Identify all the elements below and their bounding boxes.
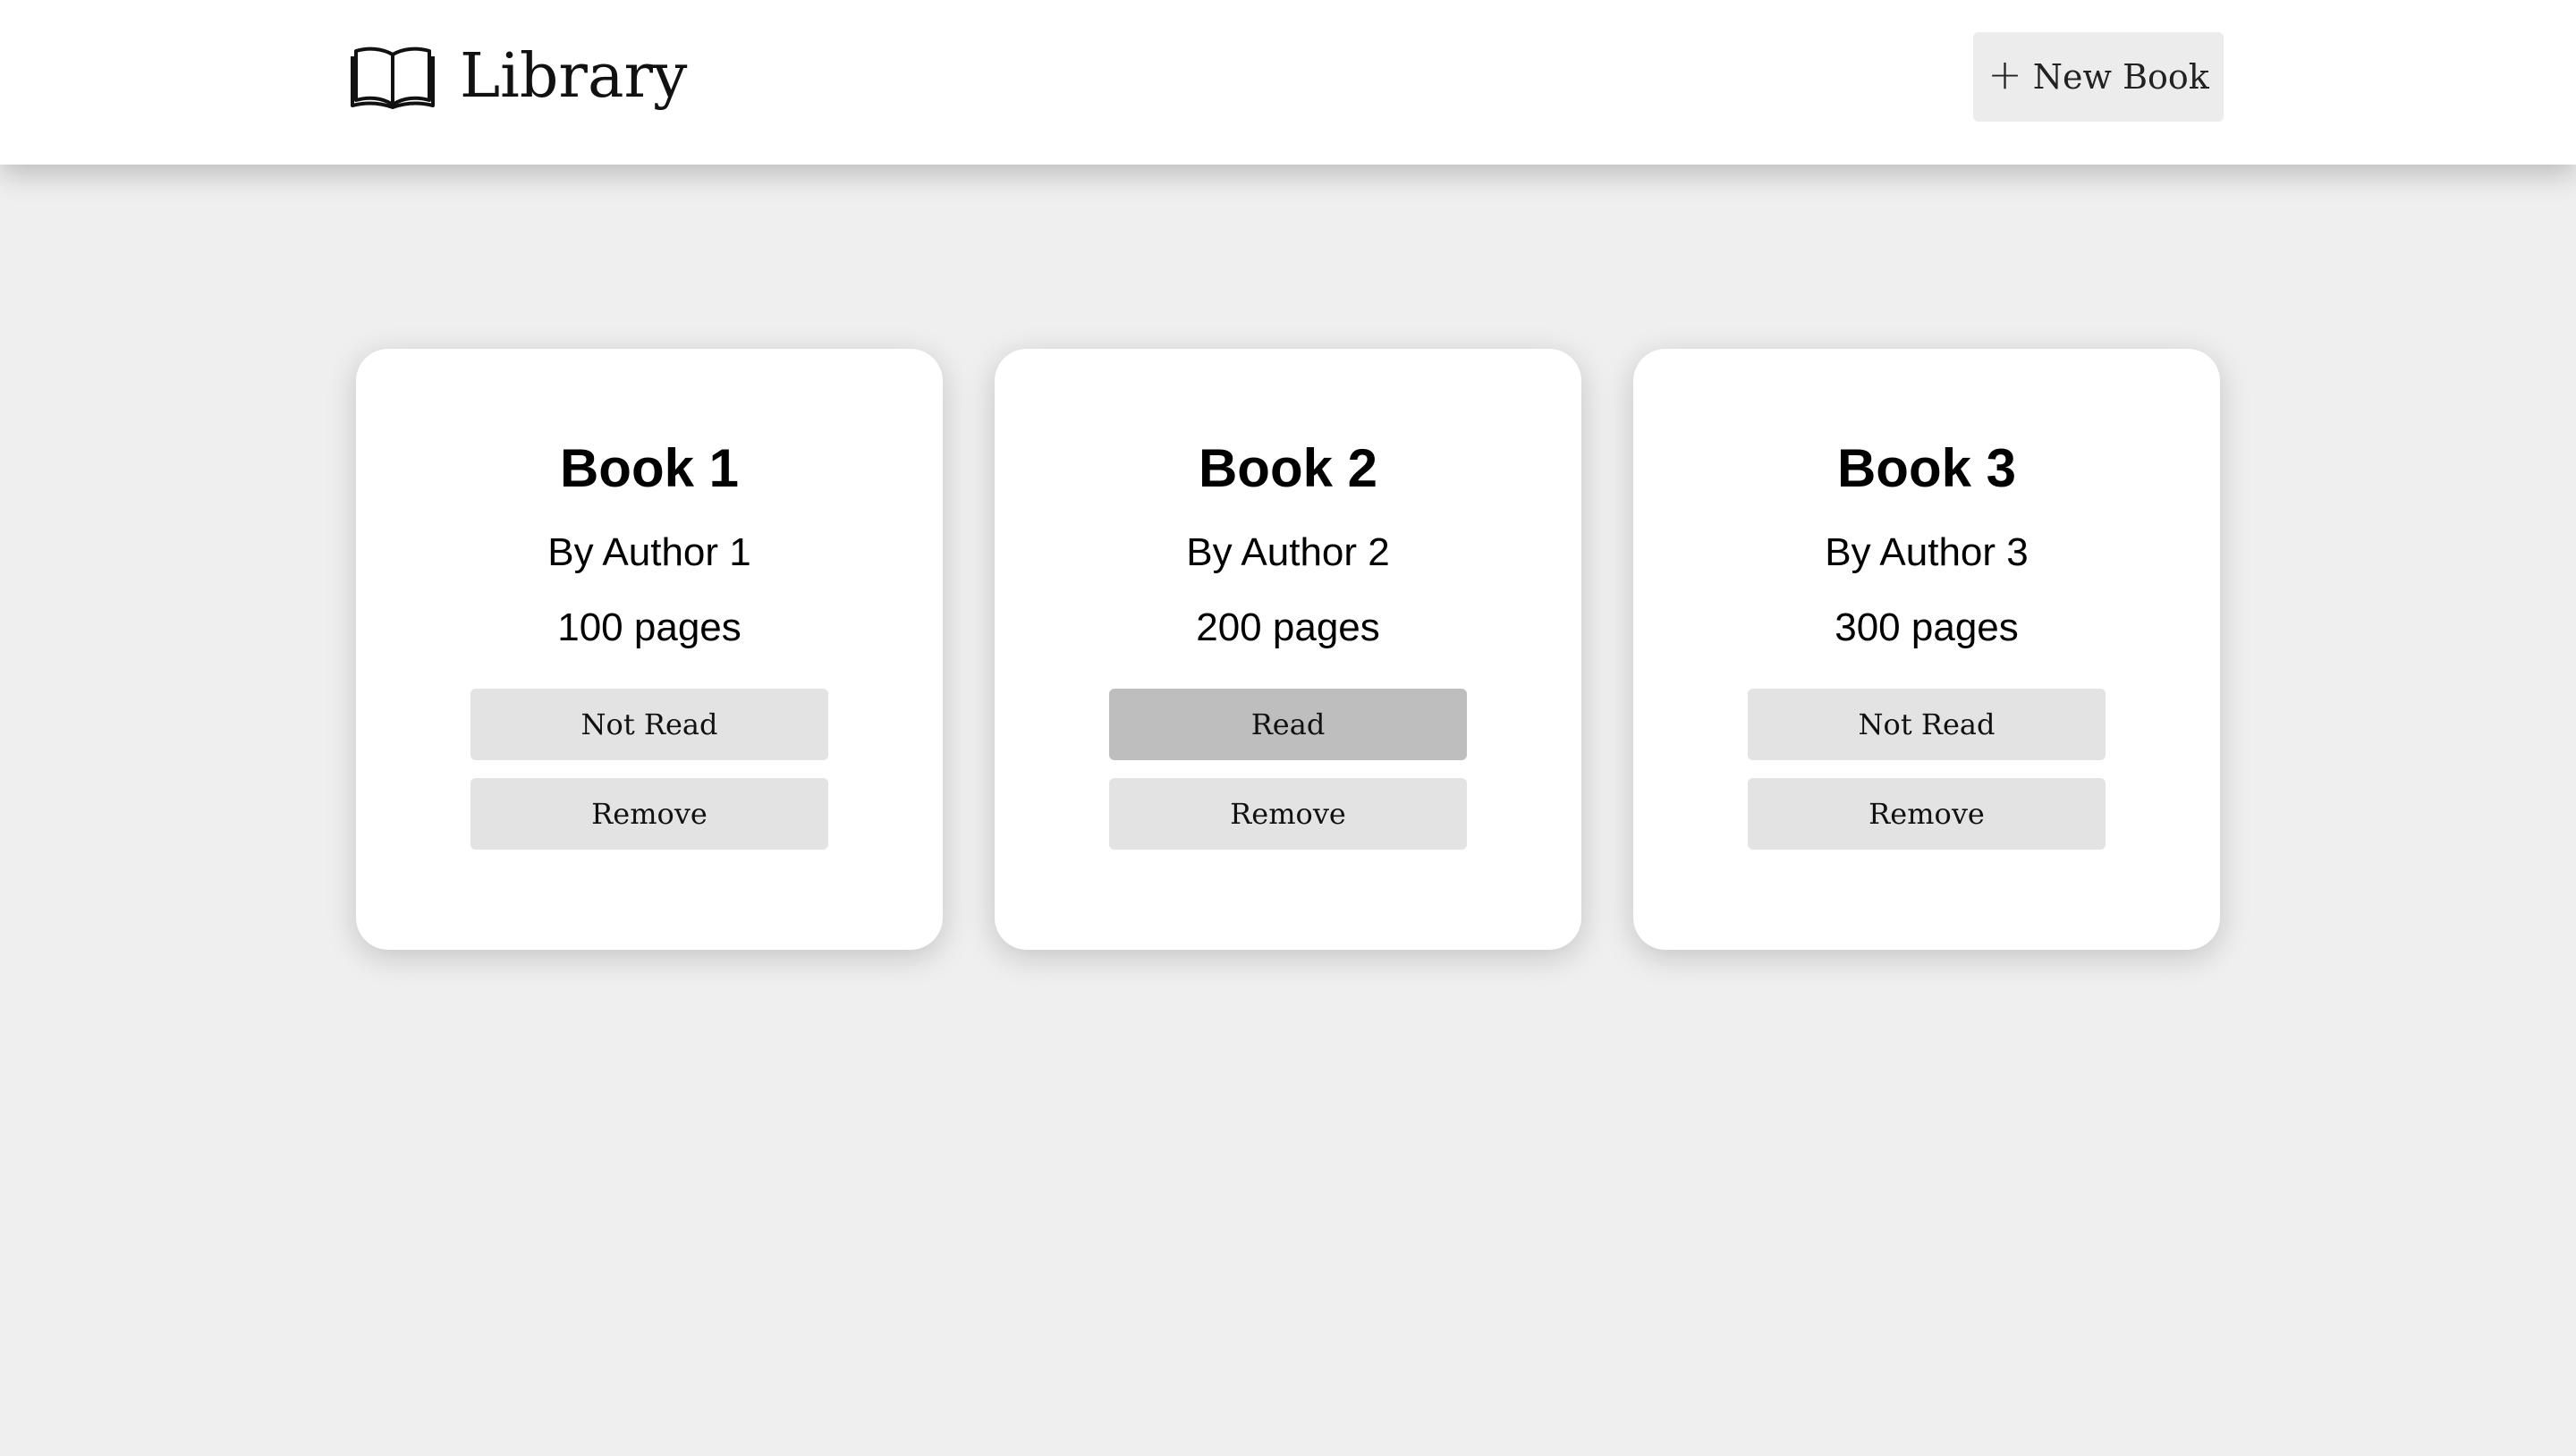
read-status-button[interactable]: Not Read bbox=[1748, 689, 2106, 760]
book-pages: 200 pages bbox=[1196, 605, 1380, 649]
read-status-button[interactable]: Not Read bbox=[470, 689, 828, 760]
plus-icon: + bbox=[1987, 50, 2022, 98]
book-pages: 100 pages bbox=[557, 605, 741, 649]
book-title: Book 1 bbox=[559, 438, 740, 498]
open-book-icon bbox=[351, 47, 435, 109]
book-title: Book 2 bbox=[1198, 438, 1378, 498]
book-card: Book 1 By Author 1 100 pages Not Read Re… bbox=[356, 349, 943, 950]
remove-book-button[interactable]: Remove bbox=[470, 778, 828, 850]
new-book-button[interactable]: + New Book bbox=[1973, 32, 2224, 122]
book-pages: 300 pages bbox=[1835, 605, 2019, 649]
read-status-button[interactable]: Read bbox=[1109, 689, 1467, 760]
book-author: By Author 1 bbox=[547, 530, 751, 574]
book-card-list: Book 1 By Author 1 100 pages Not Read Re… bbox=[356, 349, 2220, 950]
book-author: By Author 3 bbox=[1825, 530, 2029, 574]
brand: Library bbox=[351, 36, 687, 118]
book-card: Book 3 By Author 3 300 pages Not Read Re… bbox=[1633, 349, 2220, 950]
remove-book-button[interactable]: Remove bbox=[1109, 778, 1467, 850]
page-title: Library bbox=[460, 41, 688, 112]
new-book-button-label: New Book bbox=[2032, 57, 2209, 97]
book-title: Book 3 bbox=[1836, 438, 2017, 498]
app-header: Library + New Book bbox=[0, 0, 2576, 165]
remove-book-button[interactable]: Remove bbox=[1748, 778, 2106, 850]
book-author: By Author 2 bbox=[1186, 530, 1390, 574]
book-card: Book 2 By Author 2 200 pages Read Remove bbox=[995, 349, 1581, 950]
